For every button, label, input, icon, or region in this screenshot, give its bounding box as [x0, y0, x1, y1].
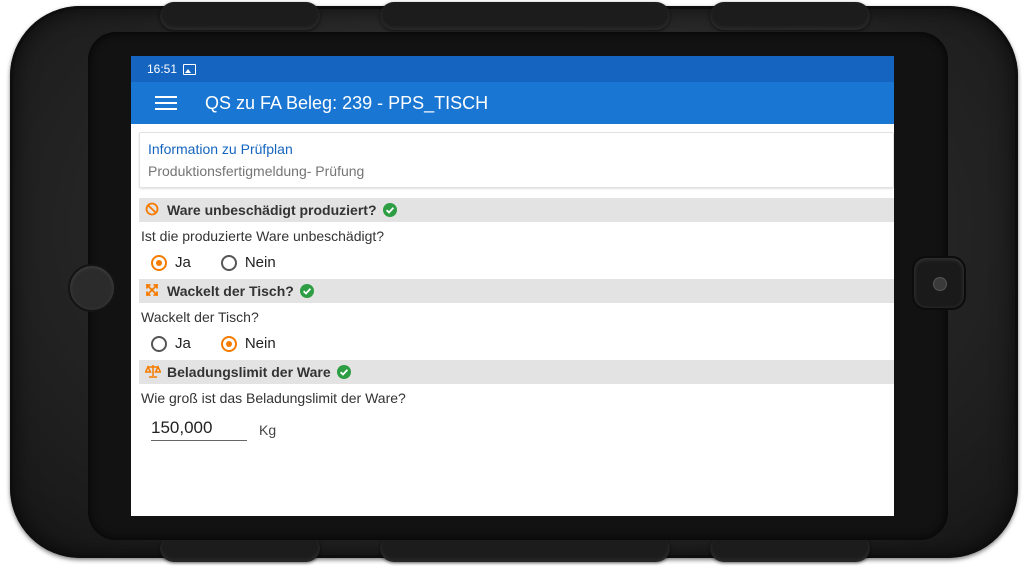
section-question: Wie groß ist das Beladungslimit der Ware…	[141, 390, 406, 406]
radio-group: Ja Nein	[139, 325, 894, 358]
check-circle-icon	[382, 203, 397, 217]
app-title: QS zu FA Beleg: 239 - PPS_TISCH	[205, 92, 489, 113]
camera-button	[912, 256, 966, 310]
image-icon	[183, 63, 197, 75]
section-wackelt-tisch: Wackelt der Tisch? Wackelt der Tisch? Ja…	[139, 279, 894, 358]
check-circle-icon	[336, 365, 351, 379]
radio-label: Nein	[244, 254, 276, 271]
info-title: Information zu Prüfplan	[148, 141, 293, 157]
section-title: Beladungslimit der Ware	[167, 364, 331, 380]
menu-icon[interactable]	[155, 96, 177, 110]
case-top-right-bumper	[710, 2, 870, 30]
camera-lens	[933, 277, 947, 291]
radio-group: Ja Nein	[139, 244, 894, 277]
beladungslimit-input[interactable]	[151, 418, 247, 441]
section-title: Wackelt der Tisch?	[167, 283, 294, 299]
case-top-left-bumper	[160, 2, 320, 30]
status-time: 16:51	[147, 62, 178, 76]
radio-button[interactable]	[220, 254, 237, 271]
radio-button[interactable]	[151, 335, 167, 352]
section-question: Ist die produzierte Ware unbeschädigt?	[141, 228, 385, 244]
wobble-icon	[145, 283, 161, 299]
scale-icon	[145, 364, 161, 380]
radio-option-ja[interactable]: Ja	[151, 254, 191, 271]
radio-label: Ja	[175, 335, 191, 352]
no-damage-icon	[145, 202, 161, 218]
section-ware-unbeschaedigt: Ware unbeschädigt produziert? Ist die pr…	[139, 198, 894, 277]
section-beladungslimit: Beladungslimit der Ware Wie groß ist das…	[139, 360, 894, 441]
radio-label: Ja	[175, 254, 191, 271]
form-content: Information zu Prüfplan Produktionsferti…	[131, 124, 894, 441]
tablet-screen: 16:51 QS zu FA Beleg: 239 - PPS_TISCH In…	[131, 56, 894, 516]
unit-label: Kg	[259, 422, 277, 438]
radio-option-nein[interactable]: Nein	[220, 254, 276, 271]
radio-button-checked[interactable]	[151, 254, 167, 271]
radio-option-ja[interactable]: Ja	[151, 335, 191, 352]
section-title: Ware unbeschädigt produziert?	[167, 202, 377, 218]
radio-button-checked[interactable]	[220, 335, 237, 352]
case-top-center-bumper	[380, 2, 670, 30]
check-circle-icon	[299, 284, 314, 298]
section-header: Ware unbeschädigt produziert?	[139, 198, 894, 222]
home-button[interactable]	[68, 264, 116, 312]
number-input-row: Kg	[139, 406, 894, 441]
radio-label: Nein	[244, 335, 276, 352]
info-subtitle: Produktionsfertigmeldung- Prüfung	[148, 163, 365, 179]
info-card: Information zu Prüfplan Produktionsferti…	[139, 132, 894, 188]
section-header: Beladungslimit der Ware	[139, 360, 894, 384]
status-bar: 16:51	[131, 56, 894, 82]
radio-option-nein[interactable]: Nein	[220, 335, 276, 352]
app-bar: QS zu FA Beleg: 239 - PPS_TISCH	[131, 82, 894, 124]
section-header: Wackelt der Tisch?	[139, 279, 894, 303]
section-question: Wackelt der Tisch?	[141, 309, 259, 325]
